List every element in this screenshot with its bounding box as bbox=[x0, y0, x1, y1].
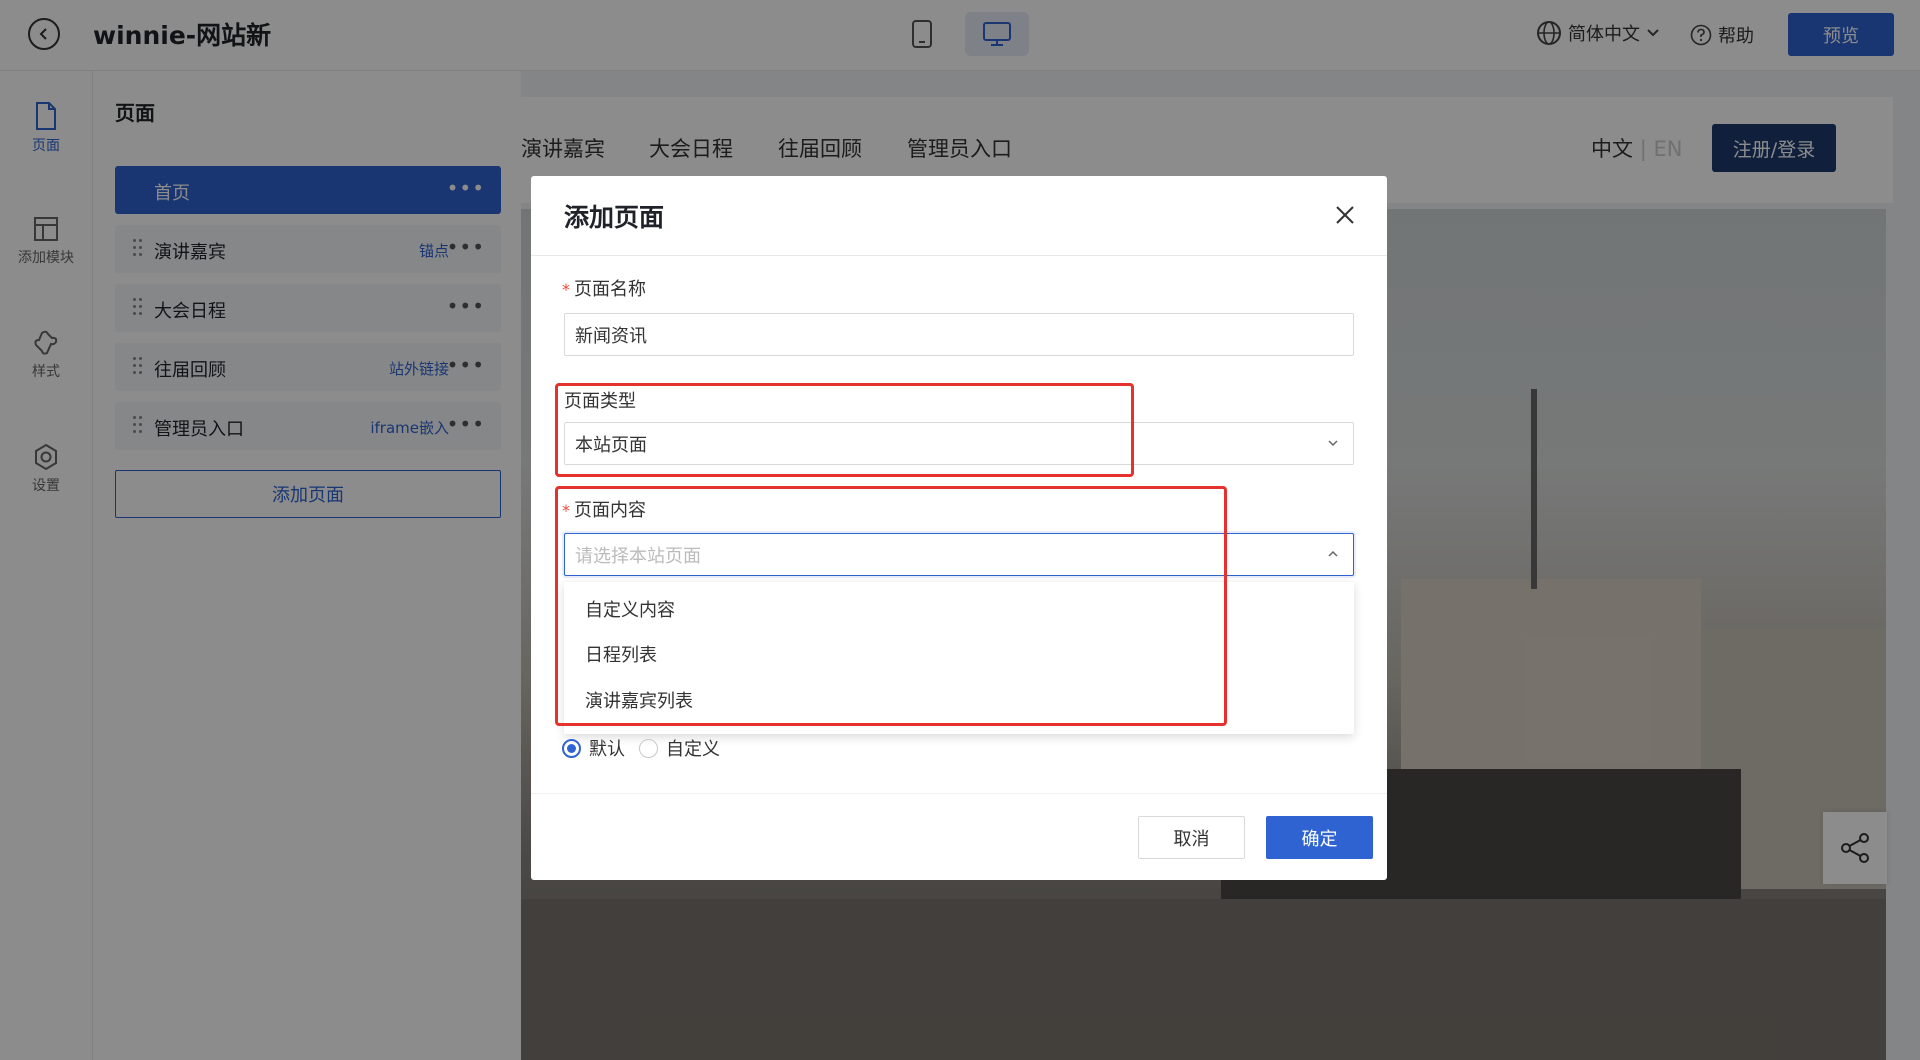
annotation-box-type bbox=[555, 383, 1134, 477]
dialog-header: 添加页面 bbox=[531, 176, 1387, 256]
cancel-button[interactable]: 取消 bbox=[1138, 816, 1245, 859]
dialog-title: 添加页面 bbox=[564, 203, 665, 232]
chevron-up-icon bbox=[1328, 550, 1338, 557]
page-name-label: * 页面名称 bbox=[562, 279, 646, 300]
radio-custom-label: 自定义 bbox=[666, 739, 720, 760]
radio-default-label: 默认 bbox=[589, 739, 625, 760]
radio-default[interactable] bbox=[562, 738, 581, 758]
annotation-box-content bbox=[555, 486, 1227, 726]
close-icon[interactable] bbox=[1333, 203, 1357, 227]
chevron-down-icon bbox=[1328, 440, 1338, 447]
dialog-footer-divider bbox=[531, 793, 1387, 794]
radio-custom[interactable] bbox=[639, 738, 658, 758]
layout-radio-group: 默认 自定义 bbox=[562, 735, 720, 761]
page-name-input[interactable]: 新闻资讯 bbox=[564, 313, 1354, 356]
confirm-button[interactable]: 确定 bbox=[1266, 816, 1373, 859]
